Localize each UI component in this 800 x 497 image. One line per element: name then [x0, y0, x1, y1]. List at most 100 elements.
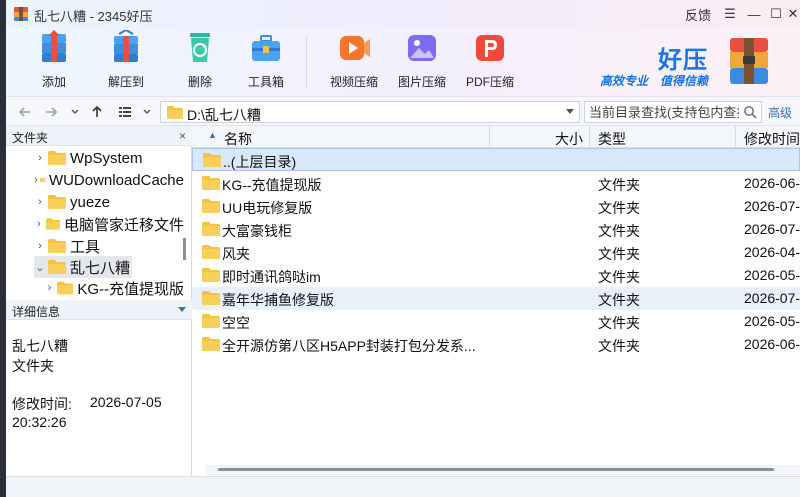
chevron-right-icon[interactable]: ›: [34, 152, 46, 164]
path-input[interactable]: D:\乱七八糟: [160, 101, 580, 123]
image-compress-button[interactable]: 图片压缩: [390, 28, 454, 94]
tree-item-label: WpSystem: [70, 149, 143, 167]
chevron-right-icon[interactable]: ›: [44, 282, 55, 294]
tree-item-label: 乱七八糟: [70, 259, 131, 277]
tree-item-wudownloadcache[interactable]: › WUDownloadCache: [34, 169, 184, 191]
scrollbar-thumb[interactable]: [218, 468, 774, 471]
parent-directory-row[interactable]: ..(上层目录): [192, 148, 800, 171]
tree-item-tools[interactable]: › 工具: [34, 235, 184, 257]
details-title: 详细信息: [12, 305, 61, 319]
column-name[interactable]: ▲ 名称: [192, 126, 490, 148]
chevron-right-icon[interactable]: ›: [34, 174, 38, 186]
table-row[interactable]: UU电玩修复版 文件夹 2026-07-: [192, 195, 800, 218]
close-button[interactable]: ✕: [786, 4, 800, 24]
folder-icon: [202, 245, 220, 259]
pdf-compress-button[interactable]: PDF压缩: [458, 28, 522, 94]
details-panel: 乱七八糟 文件夹 修改时间: 2026-07-05 20:32:26: [6, 322, 192, 476]
row-type: 文件夹: [598, 200, 640, 216]
view-mode-dropdown[interactable]: [138, 103, 156, 121]
table-row[interactable]: 嘉年华捕鱼修复版 文件夹 2026-07-: [192, 287, 800, 310]
extract-button[interactable]: 解压到: [94, 28, 158, 94]
path-text: D:\乱七八糟: [187, 107, 261, 123]
brand-slogan-1: 高效专业: [600, 74, 649, 88]
toolbox-icon: [252, 35, 280, 61]
folder-icon: [202, 337, 220, 351]
close-icon[interactable]: ×: [179, 129, 186, 143]
table-row[interactable]: 即时通讯鸽哒im 文件夹 2026-05-: [192, 264, 800, 287]
folder-tree-header: 文件夹 ×: [6, 126, 192, 146]
row-modified: 2026-07-: [744, 221, 800, 237]
column-size[interactable]: 大小: [490, 126, 590, 148]
row-name: KG--充值提现版: [222, 177, 322, 193]
folder-tree-title: 文件夹: [12, 131, 49, 145]
path-dropdown-icon[interactable]: [566, 109, 574, 114]
arrow-right-icon: [46, 107, 58, 117]
tree-item-pc-manager-migration[interactable]: › 电脑管家迁移文件: [34, 213, 184, 235]
tree-item-yueze[interactable]: › yueze: [34, 191, 184, 213]
horizontal-scrollbar[interactable]: [206, 465, 800, 475]
app-logo-icon: [14, 7, 28, 21]
pdf-compress-icon: [476, 35, 504, 61]
row-type: 文件夹: [598, 246, 640, 262]
toolbar: 添加 解压到 删除 工具箱 视频压缩 图片压缩 PDF压缩 好压 高效专业 值得…: [6, 28, 800, 96]
tree-item-label: WUDownloadCache: [48, 171, 184, 189]
tree-item-wpsystem[interactable]: › WpSystem: [34, 147, 184, 169]
tree-item-kg-recharge[interactable]: › KG--充值提现版: [44, 277, 184, 298]
triangle-down-icon[interactable]: [178, 307, 186, 312]
row-name: 嘉年华捕鱼修复版: [222, 292, 334, 308]
menu-icon[interactable]: ☰: [720, 4, 740, 24]
add-label: 添加: [41, 75, 66, 89]
dropdown-history-button[interactable]: [66, 103, 84, 121]
video-compress-button[interactable]: 视频压缩: [322, 28, 386, 94]
recycle-icon: [190, 33, 210, 62]
status-bar: [6, 476, 800, 497]
folder-icon: [56, 281, 74, 295]
row-name: 即时通讯鸽哒im: [222, 269, 321, 285]
column-type[interactable]: 类型: [590, 126, 736, 148]
maximize-button[interactable]: ☐: [766, 4, 786, 24]
tree-item-label: yueze: [70, 193, 111, 211]
table-row[interactable]: KG--充值提现版 文件夹 2026-06-: [192, 172, 800, 195]
toolbox-label: 工具箱: [247, 75, 284, 89]
view-mode-button[interactable]: [116, 103, 134, 121]
table-row[interactable]: 全开源仿第八区H5APP封装打包分发系... 文件夹 2026-06-: [192, 333, 800, 356]
chevron-right-icon[interactable]: ›: [34, 240, 46, 252]
forward-button[interactable]: [42, 103, 60, 121]
row-modified: 2026-04-: [744, 244, 800, 260]
image-compress-icon: [408, 35, 436, 61]
add-button[interactable]: 添加: [22, 28, 86, 94]
back-button[interactable]: [16, 103, 34, 121]
row-type: 文件夹: [598, 223, 640, 239]
details-header: 详细信息: [6, 300, 192, 320]
up-level-button[interactable]: [88, 103, 106, 121]
row-modified: 2026-07-: [744, 198, 800, 214]
tree-item-selected-folder[interactable]: ⌄ 乱七八糟: [34, 256, 132, 278]
table-row[interactable]: 风夹 文件夹 2026-04-: [192, 241, 800, 264]
chevron-right-icon[interactable]: ›: [34, 196, 46, 208]
row-modified: 2026-06-: [744, 175, 800, 191]
minimize-button[interactable]: —: [744, 4, 764, 24]
column-modified[interactable]: 修改时间: [736, 126, 800, 148]
table-row[interactable]: 大富豪钱柜 文件夹 2026-07-: [192, 218, 800, 241]
search-input[interactable]: [589, 104, 739, 120]
column-name-label: 名称: [224, 131, 252, 147]
toolbox-button[interactable]: 工具箱: [234, 28, 298, 94]
chevron-down-icon: [71, 109, 79, 114]
row-type: 文件夹: [598, 292, 640, 308]
folder-icon: [39, 177, 45, 183]
folder-icon: [45, 218, 60, 230]
delete-button[interactable]: 删除: [168, 28, 232, 94]
chevron-down-icon[interactable]: ⌄: [34, 261, 46, 274]
brand-title: 好压: [658, 47, 708, 74]
arrow-up-icon: [92, 105, 102, 117]
search-icon[interactable]: [743, 105, 757, 119]
row-name: ..(上层目录): [223, 154, 297, 170]
sort-up-icon: ▲: [208, 130, 217, 140]
search-field[interactable]: [584, 101, 762, 123]
advanced-search-link[interactable]: 高级: [768, 104, 792, 121]
table-row[interactable]: 空空 文件夹 2026-05-: [192, 310, 800, 333]
tree-scrollbar[interactable]: [183, 238, 186, 260]
toolbar-separator: [306, 36, 307, 88]
chevron-right-icon[interactable]: ›: [34, 218, 44, 230]
feedback-button[interactable]: 反馈: [682, 4, 714, 24]
